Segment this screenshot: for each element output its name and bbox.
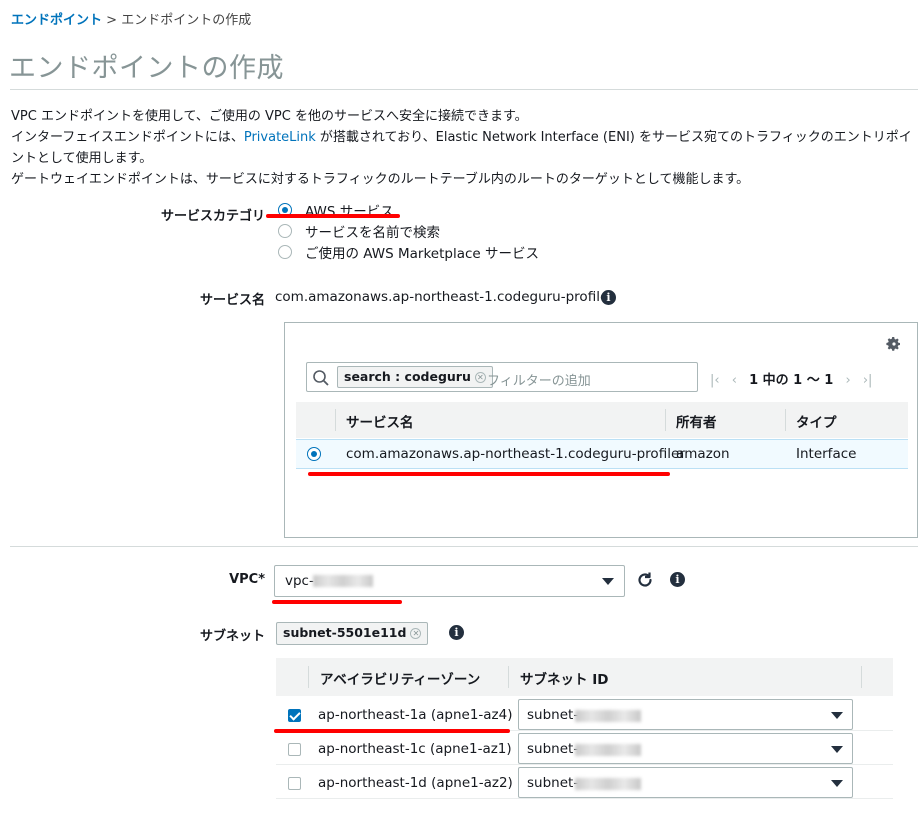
column-separator — [308, 666, 309, 688]
search-token-label: search : codeguru — [344, 369, 471, 384]
annotation-underline — [308, 472, 670, 476]
redacted-vpc-id — [313, 575, 373, 587]
search-icon — [312, 369, 330, 387]
az-checkbox[interactable] — [288, 777, 301, 790]
filter-placeholder[interactable]: フィルターの追加 — [487, 370, 591, 389]
subnet-value: subnet- — [527, 741, 579, 757]
gear-icon[interactable] — [886, 336, 902, 352]
next-page-icon[interactable]: › — [845, 373, 850, 388]
az-name: ap-northeast-1d (apne1-az2) — [318, 775, 513, 791]
chevron-down-icon[interactable] — [831, 712, 843, 719]
column-header-type[interactable]: タイプ — [796, 411, 837, 431]
token-remove-icon[interactable]: ✕ — [410, 628, 422, 639]
breadcrumb: エンドポイント > エンドポイントの作成 — [11, 9, 251, 28]
column-separator — [335, 409, 336, 431]
pagination: |‹ ‹ 1 中の 1 〜 1 › ›| — [710, 369, 910, 388]
column-header-availability-zone[interactable]: アベイラビリティーゾーン — [320, 668, 480, 688]
column-separator — [785, 409, 786, 431]
breadcrumb-current: エンドポイントの作成 — [121, 13, 252, 28]
column-separator — [861, 666, 862, 688]
redacted-subnet-id — [575, 744, 641, 756]
divider — [10, 89, 918, 90]
redacted-subnet-id — [575, 778, 641, 790]
description-line-2: インターフェイスエンドポイントには、PrivateLink が搭載されており、E… — [11, 127, 916, 169]
service-name-label: サービス名 — [199, 293, 265, 308]
info-icon[interactable]: i — [670, 572, 685, 587]
column-header-subnet-id[interactable]: サブネット ID — [520, 668, 608, 688]
subnet-value: subnet- — [527, 707, 579, 723]
subnet-value: subnet- — [527, 775, 579, 791]
privatelink-link[interactable]: PrivateLink — [244, 130, 316, 145]
refresh-icon[interactable] — [636, 571, 654, 589]
vpc-label: VPC* — [229, 572, 265, 587]
first-page-icon[interactable]: |‹ — [710, 373, 720, 388]
row-type: Interface — [796, 446, 857, 462]
az-name: ap-northeast-1a (apne1-az4) — [318, 707, 513, 723]
az-checkbox[interactable] — [288, 709, 301, 722]
row-service-name: com.amazonaws.ap-northeast-1.codeguru-pr… — [346, 446, 685, 462]
vpc-value: vpc- — [285, 573, 314, 589]
description-line-1: VPC エンドポイントを使用して、ご使用の VPC を他のサービスへ安全に接続で… — [11, 109, 528, 124]
az-name: ap-northeast-1c (apne1-az1) — [318, 741, 512, 757]
subnet-token[interactable]: subnet-5501e11d ✕ — [276, 622, 429, 645]
column-separator — [508, 666, 509, 688]
radio-marketplace-label[interactable]: ご使用の AWS Marketplace サービス — [305, 242, 539, 262]
divider — [10, 546, 918, 547]
column-header-service-name[interactable]: サービス名 — [346, 411, 414, 431]
az-checkbox[interactable] — [288, 743, 301, 756]
radio-search-by-name-label[interactable]: サービスを名前で検索 — [305, 221, 440, 241]
page-title: エンドポイントの作成 — [9, 53, 284, 84]
page-description: VPC エンドポイントを使用して、ご使用の VPC を他のサービスへ安全に接続で… — [11, 106, 916, 190]
chevron-down-icon[interactable] — [602, 578, 614, 585]
service-name-value: com.amazonaws.ap-northeast-1.codeguru-pr… — [275, 289, 614, 305]
last-page-icon[interactable]: ›| — [863, 373, 873, 388]
search-token[interactable]: search : codeguru ✕ — [337, 366, 493, 388]
breadcrumb-separator: > — [106, 13, 118, 28]
info-icon[interactable]: i — [449, 625, 464, 640]
column-separator — [665, 409, 666, 431]
redacted-subnet-id — [575, 710, 641, 722]
info-icon[interactable]: i — [601, 290, 616, 305]
description-line-2-prefix: インターフェイスエンドポイントには、 — [11, 130, 244, 145]
breadcrumb-endpoints-link[interactable]: エンドポイント — [11, 13, 102, 28]
service-category-label: サービスカテゴリ — [160, 209, 265, 224]
chevron-down-icon[interactable] — [831, 746, 843, 753]
description-line-3: ゲートウェイエンドポイントは、サービスに対するトラフィックのルートテーブル内のル… — [11, 172, 750, 187]
annotation-underline — [272, 600, 402, 604]
annotation-underline — [266, 214, 400, 218]
subnet-label: サブネット — [199, 629, 265, 644]
column-header-owner[interactable]: 所有者 — [676, 411, 717, 431]
radio-marketplace[interactable] — [278, 245, 292, 259]
subnet-token-label: subnet-5501e11d — [283, 625, 407, 640]
chevron-down-icon[interactable] — [831, 780, 843, 787]
pagination-text: 1 中の 1 〜 1 — [749, 373, 834, 388]
radio-search-by-name[interactable] — [278, 224, 292, 238]
row-owner: amazon — [676, 446, 730, 462]
token-remove-icon[interactable]: ✕ — [474, 372, 486, 383]
prev-page-icon[interactable]: ‹ — [732, 373, 737, 388]
row-select-radio[interactable] — [307, 447, 321, 461]
